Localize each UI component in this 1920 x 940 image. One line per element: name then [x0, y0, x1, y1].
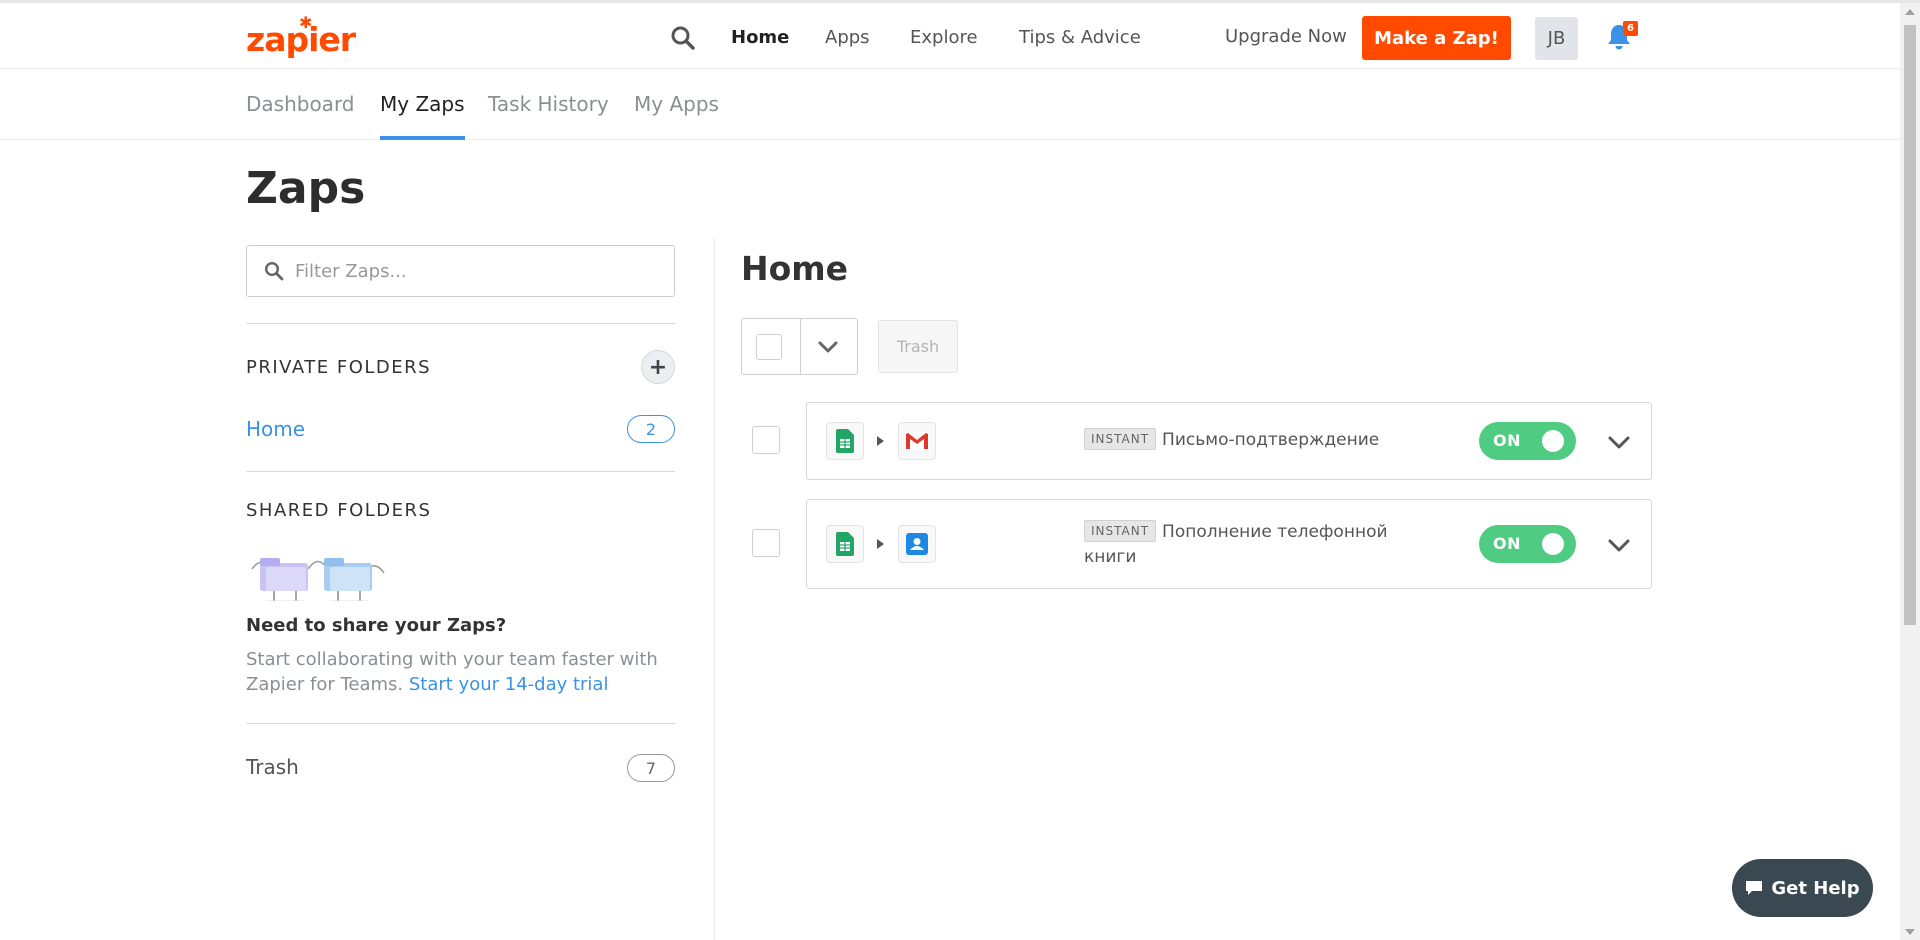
zap-on-toggle[interactable]: ON — [1479, 422, 1576, 460]
zap-title: INSTANT Пополнение телефонной книги — [1084, 520, 1414, 570]
zap-row-checkbox[interactable] — [752, 426, 780, 454]
nav-link-explore[interactable]: Explore — [910, 27, 978, 49]
instant-tag: INSTANT — [1084, 428, 1157, 450]
get-help-button[interactable]: Get Help — [1732, 859, 1873, 917]
zap-card[interactable]: INSTANT Письмо-подтверждение ON — [806, 402, 1652, 480]
chevron-down-icon[interactable] — [816, 335, 840, 359]
add-folder-button[interactable]: + — [641, 350, 675, 384]
tab-my-apps[interactable]: My Apps — [634, 92, 719, 140]
notifications-button[interactable]: 6 — [1606, 21, 1640, 57]
sidebar-divider — [246, 471, 675, 472]
shared-folders-illustration — [251, 558, 385, 601]
sub-navigation: Dashboard My Zaps Task History My Apps — [0, 70, 1900, 140]
page-title: Zaps — [246, 163, 366, 214]
nav-link-home[interactable]: Home — [731, 27, 789, 49]
caret-right-icon — [877, 539, 884, 549]
zap-name: Письмо-подтверждение — [1162, 430, 1380, 450]
chevron-down-icon[interactable] — [1606, 532, 1632, 558]
filter-zaps-field[interactable] — [246, 245, 675, 297]
top-navigation: zapier ✱ Home Apps Explore Tips & Advice… — [0, 3, 1900, 69]
folder-title: Home — [741, 249, 849, 288]
zap-card[interactable]: INSTANT Пополнение телефонной книги ON — [806, 499, 1652, 589]
logo-asterisk-icon: ✱ — [299, 13, 313, 32]
bulk-select-control — [741, 318, 858, 375]
nav-link-tips-advice[interactable]: Tips & Advice — [1019, 27, 1141, 49]
tab-task-history[interactable]: Task History — [488, 92, 609, 140]
plus-icon: + — [648, 354, 668, 380]
zapier-logo[interactable]: zapier ✱ — [246, 13, 356, 59]
zap-row-checkbox[interactable] — [752, 529, 780, 557]
start-trial-link[interactable]: Start your 14-day trial — [409, 674, 609, 695]
toggle-label: ON — [1493, 431, 1521, 450]
trash-button[interactable]: Trash — [878, 320, 958, 373]
sidebar-divider — [246, 323, 675, 324]
toggle-knob — [1542, 430, 1564, 452]
chat-bubble-icon — [1746, 881, 1763, 895]
sidebar-divider — [246, 723, 675, 724]
toggle-label: ON — [1493, 534, 1521, 553]
google-sheets-icon — [826, 422, 864, 460]
instant-tag: INSTANT — [1084, 520, 1157, 542]
shared-folders-heading: SHARED FOLDERS — [246, 500, 432, 521]
page: zapier ✱ Home Apps Explore Tips & Advice… — [0, 0, 1920, 940]
zap-on-toggle[interactable]: ON — [1479, 525, 1576, 563]
bulk-select-divider — [800, 319, 801, 374]
search-icon — [264, 261, 284, 281]
share-zaps-title: Need to share your Zaps? — [246, 615, 507, 636]
trash-folder-link[interactable]: Trash — [246, 755, 299, 779]
gmail-icon — [898, 422, 936, 460]
select-all-checkbox[interactable] — [756, 334, 782, 360]
private-folders-heading: PRIVATE FOLDERS — [246, 357, 432, 378]
filter-zaps-input[interactable] — [295, 246, 665, 296]
share-zaps-text: Start collaborating with your team faste… — [246, 647, 686, 697]
get-help-label: Get Help — [1771, 877, 1860, 899]
toggle-knob — [1542, 533, 1564, 555]
user-avatar[interactable]: JB — [1535, 17, 1578, 60]
make-a-zap-button[interactable]: Make a Zap! — [1362, 16, 1511, 60]
google-sheets-icon — [826, 525, 864, 563]
notification-count-badge: 6 — [1623, 21, 1638, 36]
tab-dashboard[interactable]: Dashboard — [246, 92, 355, 140]
caret-right-icon — [877, 436, 884, 446]
google-contacts-icon — [898, 525, 936, 563]
folder-home-link[interactable]: Home — [246, 417, 305, 441]
scrollbar-thumb[interactable] — [1904, 25, 1916, 625]
chevron-down-icon[interactable] — [1606, 429, 1632, 455]
trash-count: 7 — [627, 754, 675, 782]
upgrade-now-link[interactable]: Upgrade Now — [1225, 26, 1347, 47]
folder-home-count: 2 — [627, 415, 675, 443]
nav-link-apps[interactable]: Apps — [825, 27, 870, 49]
vertical-scrollbar[interactable] — [1900, 3, 1920, 940]
scroll-down-arrow-icon[interactable] — [1905, 929, 1915, 935]
scroll-up-arrow-icon[interactable] — [1905, 9, 1915, 15]
column-divider — [714, 238, 715, 940]
tab-my-zaps[interactable]: My Zaps — [380, 92, 465, 140]
search-icon[interactable] — [670, 25, 696, 51]
zap-title: INSTANT Письмо-подтверждение — [1084, 428, 1414, 453]
